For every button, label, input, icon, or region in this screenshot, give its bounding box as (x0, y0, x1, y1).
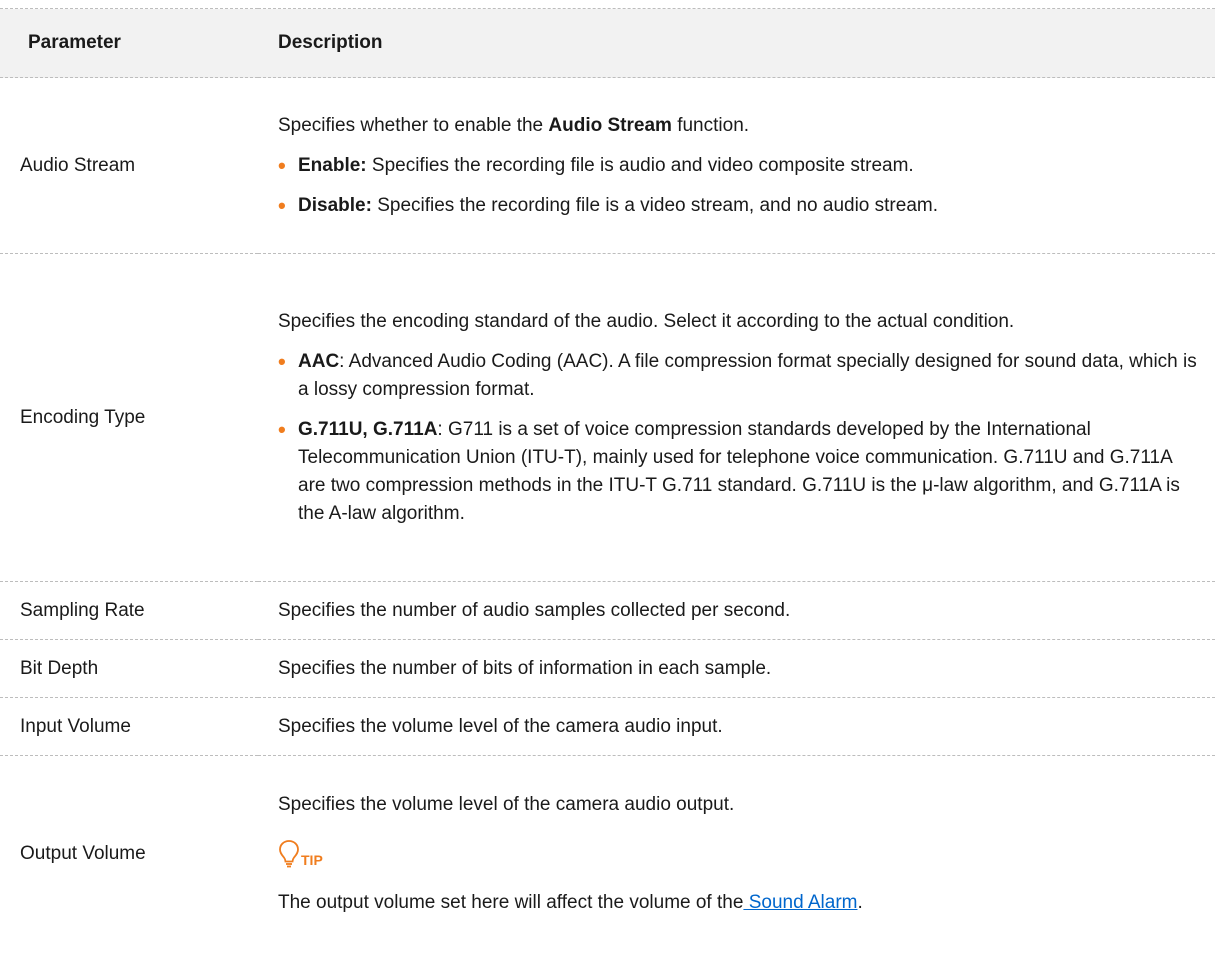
desc-input-volume: Specifies the volume level of the camera… (258, 697, 1215, 756)
table-row: Audio Stream Specifies whether to enable… (0, 77, 1215, 254)
list-item: • G.711U, G.711A: G711 is a set of voice … (278, 416, 1180, 524)
header-parameter: Parameter (0, 8, 258, 78)
list-item: • Enable: Specifies the recording file is… (278, 152, 914, 178)
parameter-table: Parameter Description Audio Stream Speci… (0, 8, 1215, 952)
bullet-list: • AAC: Advanced Audio Coding (AAC). A fil… (278, 348, 1203, 528)
param-audio-stream: Audio Stream (0, 77, 258, 254)
tip-label: TIP (301, 851, 323, 868)
bullet-dot-icon: • (278, 416, 286, 442)
tip-block: TIP (278, 833, 1203, 869)
desc-intro: Specifies the encoding standard of the a… (278, 310, 1015, 332)
param-bit-depth: Bit Depth (0, 639, 258, 698)
bullet-list: • Enable: Specifies the recording file is… (278, 152, 1203, 220)
desc-bit-depth: Specifies the number of bits of informat… (258, 639, 1215, 698)
header-description: Description (258, 8, 1215, 78)
param-input-volume: Input Volume (0, 697, 258, 756)
table-header-row: Parameter Description (0, 8, 1215, 78)
param-output-volume: Output Volume (20, 842, 146, 864)
desc-output-volume: Specifies the volume level of the camera… (258, 756, 1215, 952)
desc-intro: Specifies whether to enable the Audio St… (278, 114, 750, 136)
table-row: Bit Depth Specifies the number of bits o… (0, 639, 1215, 698)
lightbulb-icon (279, 839, 299, 868)
bullet-dot-icon: • (278, 152, 286, 178)
desc-audio-stream: Specifies whether to enable the Audio St… (258, 77, 1215, 254)
table-row: Output Volume Specifies the volume level… (0, 756, 1215, 952)
list-item: • AAC: Advanced Audio Coding (AAC). A fil… (278, 348, 1197, 400)
sound-alarm-link[interactable]: Sound Alarm (743, 892, 858, 913)
tip-text: The output volume set here will affect t… (278, 891, 863, 913)
list-item: • Disable: Specifies the recording file i… (278, 192, 938, 218)
desc-sampling-rate: Specifies the number of audio samples co… (258, 581, 1215, 640)
bullet-dot-icon: • (278, 348, 286, 374)
table-row: Encoding Type Specifies the encoding sta… (0, 253, 1215, 582)
bullet-dot-icon: • (278, 192, 286, 218)
param-encoding-type: Encoding Type (0, 253, 258, 582)
document-page: Parameter Description Audio Stream Speci… (0, 0, 1222, 969)
param-sampling-rate: Sampling Rate (0, 581, 258, 640)
table-row: Sampling Rate Specifies the number of au… (0, 581, 1215, 640)
desc-intro: Specifies the volume level of the camera… (278, 793, 735, 815)
table-row: Input Volume Specifies the volume level … (0, 697, 1215, 756)
desc-encoding-type: Specifies the encoding standard of the a… (258, 253, 1215, 582)
